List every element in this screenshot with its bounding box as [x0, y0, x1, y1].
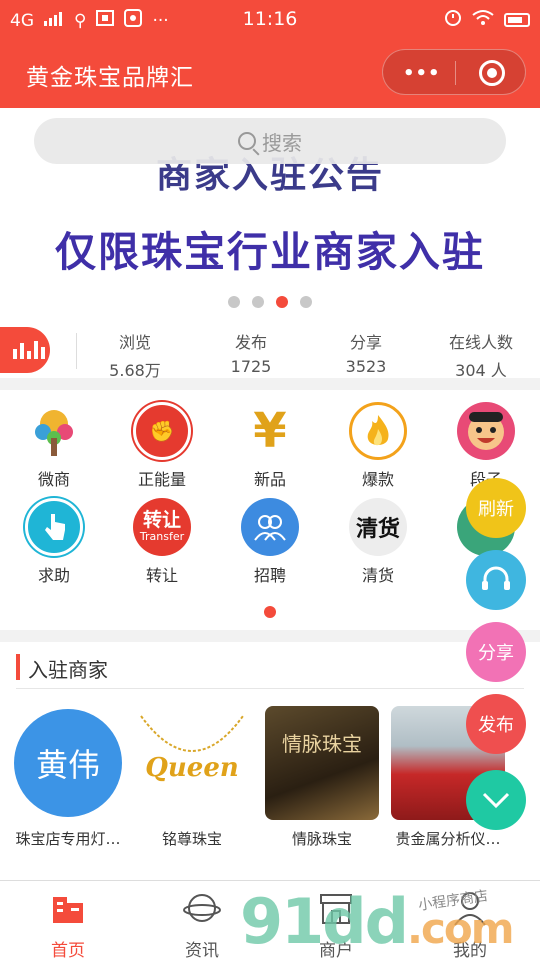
page-title: 黄金珠宝品牌汇	[26, 65, 194, 91]
category-label: 爆款	[361, 470, 394, 489]
search-icon	[238, 132, 256, 150]
merchant-name: 铭尊珠宝	[161, 830, 222, 848]
merchant-name: 珠宝店专用灯…	[15, 830, 121, 848]
category-hiring[interactable]: 招聘	[216, 498, 324, 586]
stat-online: 在线人数 304 人	[426, 329, 536, 381]
category-new-products[interactable]: ¥ 新品	[216, 402, 324, 490]
category-jokes[interactable]: 段子	[432, 402, 540, 490]
yen-icon: ¥	[241, 402, 299, 460]
banner-headline: 仅限珠宝行业商家入驻	[55, 228, 485, 276]
refresh-button[interactable]: 刷新	[466, 478, 526, 538]
category-help[interactable]: 求助	[0, 498, 108, 586]
category-label: 转让	[145, 566, 178, 585]
carousel-dot[interactable]	[228, 296, 240, 308]
category-positive-energy[interactable]: ✊ 正能量	[108, 402, 216, 490]
carousel-dot[interactable]	[300, 296, 312, 308]
people-icon	[241, 498, 299, 556]
category-label: 清货	[361, 566, 394, 585]
planet-icon	[183, 894, 221, 922]
section-accent-bar	[16, 654, 20, 680]
divider	[76, 333, 77, 369]
stat-value: 3523	[345, 357, 387, 376]
category-label: 新品	[253, 470, 286, 489]
watermark-main: 91dd	[240, 885, 409, 958]
carousel-dot[interactable]	[252, 296, 264, 308]
publish-button[interactable]: 发布	[466, 694, 526, 754]
wifi-icon	[472, 9, 494, 30]
search-bar[interactable]: 搜索	[34, 118, 506, 164]
calligraphy-clearance-icon: 清货	[349, 498, 407, 556]
category-label: 招聘	[253, 566, 286, 585]
tab-home[interactable]: 首页	[14, 889, 122, 960]
divider	[16, 688, 524, 689]
laughing-face-icon	[457, 402, 515, 460]
merchant-logo-text: Queen	[145, 753, 239, 783]
touch-hand-icon	[25, 498, 83, 556]
category-clearance[interactable]: 清货 清货	[324, 498, 432, 586]
stat-views: 浏览 5.68万	[80, 329, 190, 381]
collapse-menu-button[interactable]	[466, 770, 526, 830]
clearance-icon-text: 清货	[355, 517, 400, 542]
merchant-card[interactable]: 黄伟 珠宝店专用灯…	[6, 706, 130, 849]
stat-label: 发布	[234, 333, 267, 352]
capsule-divider	[455, 61, 456, 85]
headset-icon	[482, 566, 510, 590]
stats-chart-icon	[0, 327, 50, 373]
alarm-icon	[444, 8, 462, 31]
stat-label: 在线人数	[448, 333, 513, 352]
status-bar: 4G ⚲ ··· 11:16	[0, 0, 540, 38]
miniprogram-capsule: •••	[382, 49, 526, 95]
stat-value: 304 人	[455, 361, 507, 380]
close-miniprogram-icon[interactable]	[479, 60, 505, 86]
merchant-card[interactable]: Queen 铭尊珠宝	[130, 706, 254, 849]
banner-carousel[interactable]: 商家入驻公告 仅限珠宝行业商家入驻 搜索	[0, 108, 540, 323]
publish-label: 发布	[478, 715, 514, 736]
merchant-name: 情脉珠宝	[291, 830, 352, 848]
stat-label: 浏览	[118, 333, 151, 352]
merchant-logo-text: 黄伟	[35, 746, 100, 784]
home-building-icon	[53, 897, 83, 923]
search-placeholder: 搜索	[262, 130, 302, 155]
merchant-logo: 黄伟	[14, 709, 122, 817]
stats-bar: 浏览 5.68万 发布 1725 分享 3523 在线人数 304 人	[0, 323, 540, 381]
category-label: 微商	[37, 470, 70, 489]
section-title: 入驻商家	[28, 658, 108, 682]
carousel-dot-active[interactable]	[276, 296, 288, 308]
transfer-icon-subtext: Transfer	[139, 530, 185, 544]
customer-service-button[interactable]	[466, 550, 526, 610]
share-button[interactable]: 分享	[466, 622, 526, 682]
transfer-icon: 转让 Transfer	[133, 498, 191, 556]
category-hot-items[interactable]: 爆款	[324, 402, 432, 490]
stat-value: 1725	[230, 357, 272, 376]
battery-icon	[504, 12, 530, 27]
chevron-down-icon	[482, 792, 510, 809]
stat-shares: 分享 3523	[311, 329, 421, 376]
flame-icon	[349, 402, 407, 460]
category-grid: 微商 ✊ 正能量 ¥ 新品 爆款 段子 求助 转让 Transfer 转让	[0, 390, 540, 630]
colorful-tree-icon	[25, 402, 83, 460]
merchant-logo: Queen	[135, 706, 249, 820]
grid-page-indicator	[264, 606, 276, 618]
category-weishang[interactable]: 微商	[0, 402, 108, 490]
merchant-card[interactable]: 情脉珠宝 情脉珠宝	[260, 706, 384, 849]
stat-posts: 发布 1725	[196, 329, 306, 376]
stat-label: 分享	[349, 333, 382, 352]
more-options-icon[interactable]: •••	[403, 63, 441, 84]
top-bar: 4G ⚲ ··· 11:16 黄金珠宝品牌汇 •••	[0, 0, 540, 108]
merchant-logo: 情脉珠宝	[265, 706, 379, 820]
category-label: 正能量	[137, 470, 186, 489]
merchant-name: 贵金属分析仪…	[395, 830, 501, 848]
tab-label: 首页	[51, 941, 85, 960]
category-transfer[interactable]: 转让 Transfer 转让	[108, 498, 216, 586]
stat-value: 5.68万	[109, 361, 161, 380]
raised-fist-icon: ✊	[133, 402, 191, 460]
share-label: 分享	[478, 643, 514, 664]
merchant-logo-text: 情脉珠宝	[282, 732, 362, 756]
category-label: 求助	[37, 566, 70, 585]
carousel-indicator	[0, 296, 540, 308]
transfer-icon-text: 转让	[142, 509, 181, 532]
refresh-label: 刷新	[478, 499, 514, 520]
merchants-section: 入驻商家 黄伟 珠宝店专用灯… Queen 铭尊珠宝 情脉珠宝 情脉珠宝 贵金属…	[0, 642, 540, 880]
